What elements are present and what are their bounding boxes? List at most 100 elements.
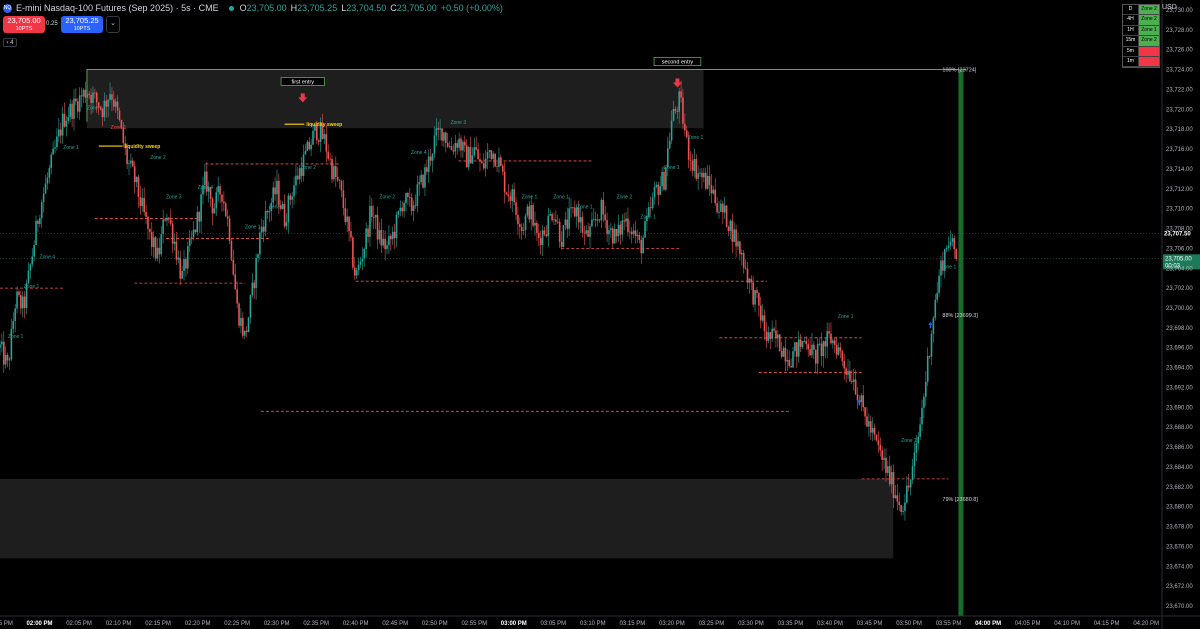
zone-box — [86, 69, 704, 129]
candle-body — [731, 220, 734, 242]
candle-body — [725, 205, 728, 227]
candle-body — [410, 197, 413, 211]
candle-body — [507, 194, 510, 197]
candle-body — [297, 175, 299, 180]
symbol-logo-icon: NQ — [3, 3, 12, 13]
candle-body — [892, 472, 895, 499]
candle-body — [86, 93, 89, 98]
candle-body — [602, 199, 605, 215]
candle-body — [682, 97, 684, 124]
price-tick-label: 23,696.00 — [1166, 346, 1193, 352]
candle-body — [367, 228, 369, 237]
candle-body — [936, 292, 938, 300]
candle-body — [488, 150, 491, 153]
candle-body — [164, 219, 166, 221]
candle-body — [352, 237, 354, 268]
order-dropdown-button[interactable]: ⌄ — [106, 16, 120, 33]
price-tick-label: 23,722.00 — [1166, 87, 1193, 93]
candle-body — [748, 278, 751, 283]
candle-body — [69, 103, 71, 118]
time-tick-label: 03:35 PM — [778, 621, 804, 627]
candle-body — [678, 91, 680, 112]
candle-body — [723, 205, 726, 213]
candle-body — [949, 241, 952, 246]
candle-body — [363, 248, 366, 259]
candle-body — [179, 257, 182, 279]
buy-button[interactable]: 23,705.25 10PTS — [61, 16, 103, 33]
candle-body — [871, 427, 874, 433]
price-tick-label: 23,684.00 — [1166, 465, 1193, 471]
currency-label[interactable]: USD — [1162, 4, 1177, 11]
candle-body — [543, 230, 546, 235]
candle-body — [346, 216, 348, 222]
candle-body — [141, 197, 144, 206]
candle-body — [348, 216, 350, 232]
buy-price: 23,705.25 — [65, 16, 99, 25]
candle-body — [111, 94, 113, 100]
candle-body — [149, 228, 151, 232]
change-value: +0.50 (+0.00%) — [440, 3, 503, 13]
time-tick-label: 02:55 PM — [461, 621, 487, 627]
candle-body — [873, 427, 876, 435]
candle-body — [310, 144, 312, 150]
candle-body — [712, 189, 715, 194]
indicators-toggle[interactable]: ‹ 4 — [3, 38, 17, 47]
zone-tag: Zone 1 — [8, 334, 24, 340]
candle-body — [589, 226, 591, 237]
candle-body — [854, 379, 857, 395]
price-tick-label: 23,706.00 — [1166, 246, 1193, 252]
candle-body — [765, 331, 768, 341]
candle-body — [371, 205, 373, 217]
zone-tag: Zone 1 — [640, 215, 656, 221]
entry-label: second entry — [662, 60, 694, 66]
candle-body — [226, 216, 229, 219]
timeframe-zone-table: D Zone 2 4H Zone 2 1H Zone 1 15m Zone 2 5m 1m — [1122, 4, 1160, 69]
time-tick-label: 03:40 PM — [817, 621, 843, 627]
candle-body — [200, 194, 202, 222]
candle-body — [8, 359, 11, 361]
candle-body — [945, 248, 948, 250]
candle-body — [344, 208, 347, 222]
time-tick-label: 02:20 PM — [185, 621, 211, 627]
candle-body — [809, 349, 811, 356]
candle-body — [923, 396, 925, 408]
candle-body — [407, 193, 409, 198]
symbol-title[interactable]: E-mini Nasdaq-100 Futures (Sep 2025) · 5… — [16, 3, 219, 13]
candle-body — [166, 217, 168, 221]
candle-body — [558, 221, 561, 242]
candle-body — [340, 181, 343, 191]
candle-body — [374, 214, 377, 218]
candle-body — [710, 185, 713, 194]
candle-body — [742, 252, 745, 268]
candle-body — [883, 457, 885, 460]
timeframe-zone — [1139, 56, 1159, 67]
sell-button[interactable]: 23,705.00 10PTS — [3, 16, 45, 33]
price-axis-bg — [1162, 0, 1200, 629]
candle-body — [59, 129, 62, 136]
candle-body — [249, 295, 252, 318]
candle-body — [574, 207, 576, 217]
candle-body — [562, 225, 565, 247]
candle-body — [460, 138, 462, 151]
candle-body — [752, 282, 754, 305]
zone-tag: Zone 1 — [522, 195, 538, 201]
price-tick-label: 23,716.00 — [1166, 147, 1193, 153]
candle-body — [408, 197, 411, 198]
candle-body — [917, 436, 920, 444]
zone-tag: Zone 3 — [166, 195, 182, 201]
zone-tag: Zone 2 — [150, 155, 166, 161]
candle-body — [720, 203, 722, 212]
collapse-chevron-icon: ‹ — [6, 40, 9, 46]
candle-body — [869, 421, 872, 433]
candle-body — [443, 132, 445, 141]
candle-body — [706, 176, 709, 189]
timeframe-zone: Zone 2 — [1139, 5, 1159, 15]
candlestick-chart[interactable]: 100% [23724] 88% [23699.3] 79% [23680.8] Zo… — [0, 0, 1200, 629]
candle-body — [771, 328, 773, 339]
candle-body — [754, 290, 756, 305]
candle-body — [372, 216, 375, 218]
price-tick-label: 23,682.00 — [1166, 485, 1193, 491]
candle-body — [126, 148, 128, 164]
candle-body — [830, 333, 832, 344]
candle-body — [657, 184, 660, 195]
